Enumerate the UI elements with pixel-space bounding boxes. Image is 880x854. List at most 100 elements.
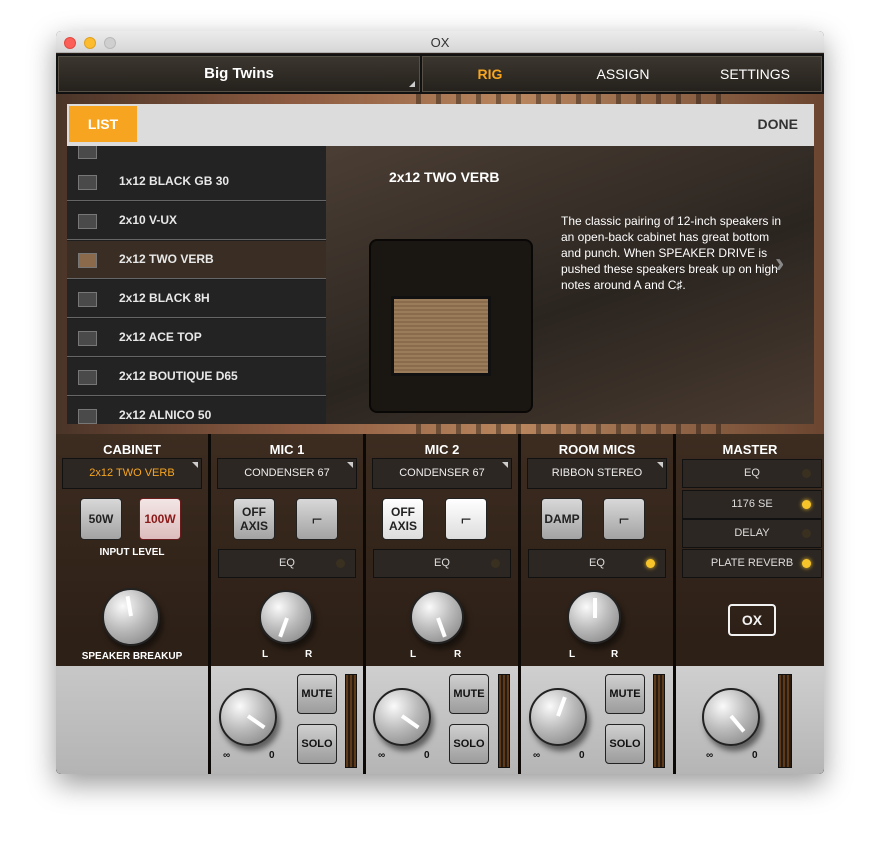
- detail-description: The classic pairing of 12-inch speakers …: [561, 214, 782, 292]
- master-level-knob[interactable]: [702, 688, 760, 746]
- mic2-off-axis-button[interactable]: OFF AXIS: [382, 498, 424, 540]
- level-zero-label: 0: [424, 750, 430, 761]
- mic2-selector[interactable]: CONDENSER 67: [372, 458, 512, 489]
- cabinet-strip: CABINET 2x12 TWO VERB 50W 100W INPUT LEV…: [56, 434, 208, 774]
- master-delay-button[interactable]: DELAY: [682, 519, 822, 548]
- cabinet-name: 2x12 ACE TOP: [119, 330, 202, 344]
- cabinet-selected: 2x12 TWO VERB: [89, 467, 175, 479]
- done-button[interactable]: DONE: [758, 116, 798, 132]
- mic1-pan-knob[interactable]: [259, 590, 313, 644]
- 50w-button[interactable]: 50W: [80, 498, 122, 540]
- list-item[interactable]: 2x12 ALNICO 50: [67, 397, 326, 424]
- chevron-right-icon[interactable]: ›: [775, 247, 784, 279]
- mic2-strip: MIC 2 CONDENSER 67 OFF AXIS ⌐ EQ L R ∞ 0…: [366, 434, 518, 774]
- mic2-level-meter: [498, 674, 510, 768]
- master-eq-button[interactable]: EQ: [682, 459, 822, 488]
- list-item[interactable]: 2x12 BLACK 8H: [67, 280, 326, 318]
- tab-settings[interactable]: SETTINGS: [689, 57, 821, 91]
- fx-label: PLATE REVERB: [710, 557, 794, 569]
- eq-led: [646, 559, 655, 568]
- level-inf-label: ∞: [706, 750, 714, 761]
- room-mics-strip: ROOM MICS RIBBON STEREO DAMP ⌐ EQ L R ∞ …: [521, 434, 673, 774]
- tab-rig[interactable]: RIG: [423, 57, 557, 91]
- cabinet-thumb-icon: [78, 370, 97, 385]
- nav-tabs: RIG ASSIGN SETTINGS: [422, 56, 822, 92]
- dropdown-corner-icon: [192, 462, 198, 468]
- strip-title: CABINET: [103, 442, 161, 457]
- mic1-off-axis-button[interactable]: OFF AXIS: [233, 498, 275, 540]
- mic1-level-knob[interactable]: [219, 688, 277, 746]
- dropdown-corner-icon: [502, 462, 508, 468]
- eq-led: [336, 559, 345, 568]
- fx-led: [802, 559, 811, 568]
- pan-left-label: L: [569, 649, 576, 660]
- master-level-meter: [778, 674, 792, 768]
- master-1176-button[interactable]: 1176 SE: [682, 490, 822, 519]
- pan-left-label: L: [262, 649, 269, 660]
- list-item-selected[interactable]: 2x12 TWO VERB: [67, 241, 326, 279]
- mic2-level-knob[interactable]: [373, 688, 431, 746]
- cabinet-name: 1x12 BLACK GB 30: [119, 174, 230, 188]
- room-level-knob[interactable]: [529, 688, 587, 746]
- strip-title: MIC 1: [269, 442, 305, 457]
- list-button[interactable]: LIST: [69, 106, 137, 142]
- fx-label: 1176 SE: [731, 498, 773, 510]
- room-solo-button[interactable]: SOLO: [605, 724, 645, 764]
- tab-assign[interactable]: ASSIGN: [557, 57, 689, 91]
- list-item[interactable]: 2x12 ACE TOP: [67, 319, 326, 357]
- cabinet-thumb-icon: [78, 409, 97, 424]
- mic1-selected: CONDENSER 67: [244, 467, 330, 479]
- cabinet-name: 2x12 ALNICO 50: [119, 408, 212, 422]
- mic1-solo-button[interactable]: SOLO: [297, 724, 337, 764]
- room-mic-selected: RIBBON STEREO: [551, 467, 643, 479]
- dropdown-corner-icon: [657, 462, 663, 468]
- level-inf-label: ∞: [533, 750, 541, 761]
- input-level-label: INPUT LEVEL: [99, 547, 165, 558]
- speaker-breakup-knob[interactable]: [102, 588, 160, 646]
- eq-led: [491, 559, 500, 568]
- fx-led: [802, 500, 811, 509]
- cabinet-list[interactable]: 1x12 BLACK GB 30 2x10 V-UX 2x12 TWO VERB…: [67, 146, 326, 424]
- amp-grill: [391, 296, 491, 376]
- mic2-eq-button[interactable]: EQ: [373, 549, 511, 578]
- list-item[interactable]: 1x12 BLACK GB 30: [67, 163, 326, 201]
- 100w-button[interactable]: 100W: [139, 498, 181, 540]
- fx-led: [802, 529, 811, 538]
- eq-label: EQ: [279, 557, 295, 569]
- cabinet-detail: 2x12 TWO VERB The classic pairing of 12-…: [326, 146, 814, 424]
- list-item[interactable]: 2x12 BOUTIQUE D65: [67, 358, 326, 396]
- room-highpass-button[interactable]: ⌐: [603, 498, 645, 540]
- fx-label: EQ: [744, 467, 760, 479]
- dropdown-corner-icon: [347, 462, 353, 468]
- mic2-highpass-button[interactable]: ⌐: [445, 498, 487, 540]
- room-bottom-panel: ∞ 0 MUTE SOLO: [521, 666, 673, 774]
- cabinet-thumb-icon: [78, 292, 97, 307]
- cabinet-selector[interactable]: 2x12 TWO VERB: [62, 458, 202, 489]
- room-damp-button[interactable]: DAMP: [541, 498, 583, 540]
- preset-selector[interactable]: Big Twins: [58, 56, 420, 92]
- mic1-level-meter: [345, 674, 357, 768]
- room-width-knob[interactable]: [567, 590, 621, 644]
- room-eq-button[interactable]: EQ: [528, 549, 666, 578]
- cabinet-name: 2x12 BLACK 8H: [119, 291, 210, 305]
- room-mute-button[interactable]: MUTE: [605, 674, 645, 714]
- mic2-pan-knob[interactable]: [410, 590, 464, 644]
- title-bar: OX: [56, 31, 824, 53]
- fx-led: [802, 469, 811, 478]
- mic1-strip: MIC 1 CONDENSER 67 OFF AXIS ⌐ EQ L R ∞ 0…: [211, 434, 363, 774]
- room-mic-selector[interactable]: RIBBON STEREO: [527, 458, 667, 489]
- strip-title: MASTER: [722, 442, 778, 457]
- list-item[interactable]: 2x10 V-UX: [67, 202, 326, 240]
- mic2-solo-button[interactable]: SOLO: [449, 724, 489, 764]
- pan-right-label: R: [454, 649, 462, 660]
- strip-title: MIC 2: [424, 442, 460, 457]
- dropdown-corner-icon: [409, 81, 415, 87]
- fx-label: DELAY: [734, 527, 770, 539]
- mic1-highpass-button[interactable]: ⌐: [296, 498, 338, 540]
- mic1-selector[interactable]: CONDENSER 67: [217, 458, 357, 489]
- mic1-eq-button[interactable]: EQ: [218, 549, 356, 578]
- mic1-bottom-panel: ∞ 0 MUTE SOLO: [211, 666, 363, 774]
- mic1-mute-button[interactable]: MUTE: [297, 674, 337, 714]
- mic2-mute-button[interactable]: MUTE: [449, 674, 489, 714]
- master-plate-reverb-button[interactable]: PLATE REVERB: [682, 549, 822, 578]
